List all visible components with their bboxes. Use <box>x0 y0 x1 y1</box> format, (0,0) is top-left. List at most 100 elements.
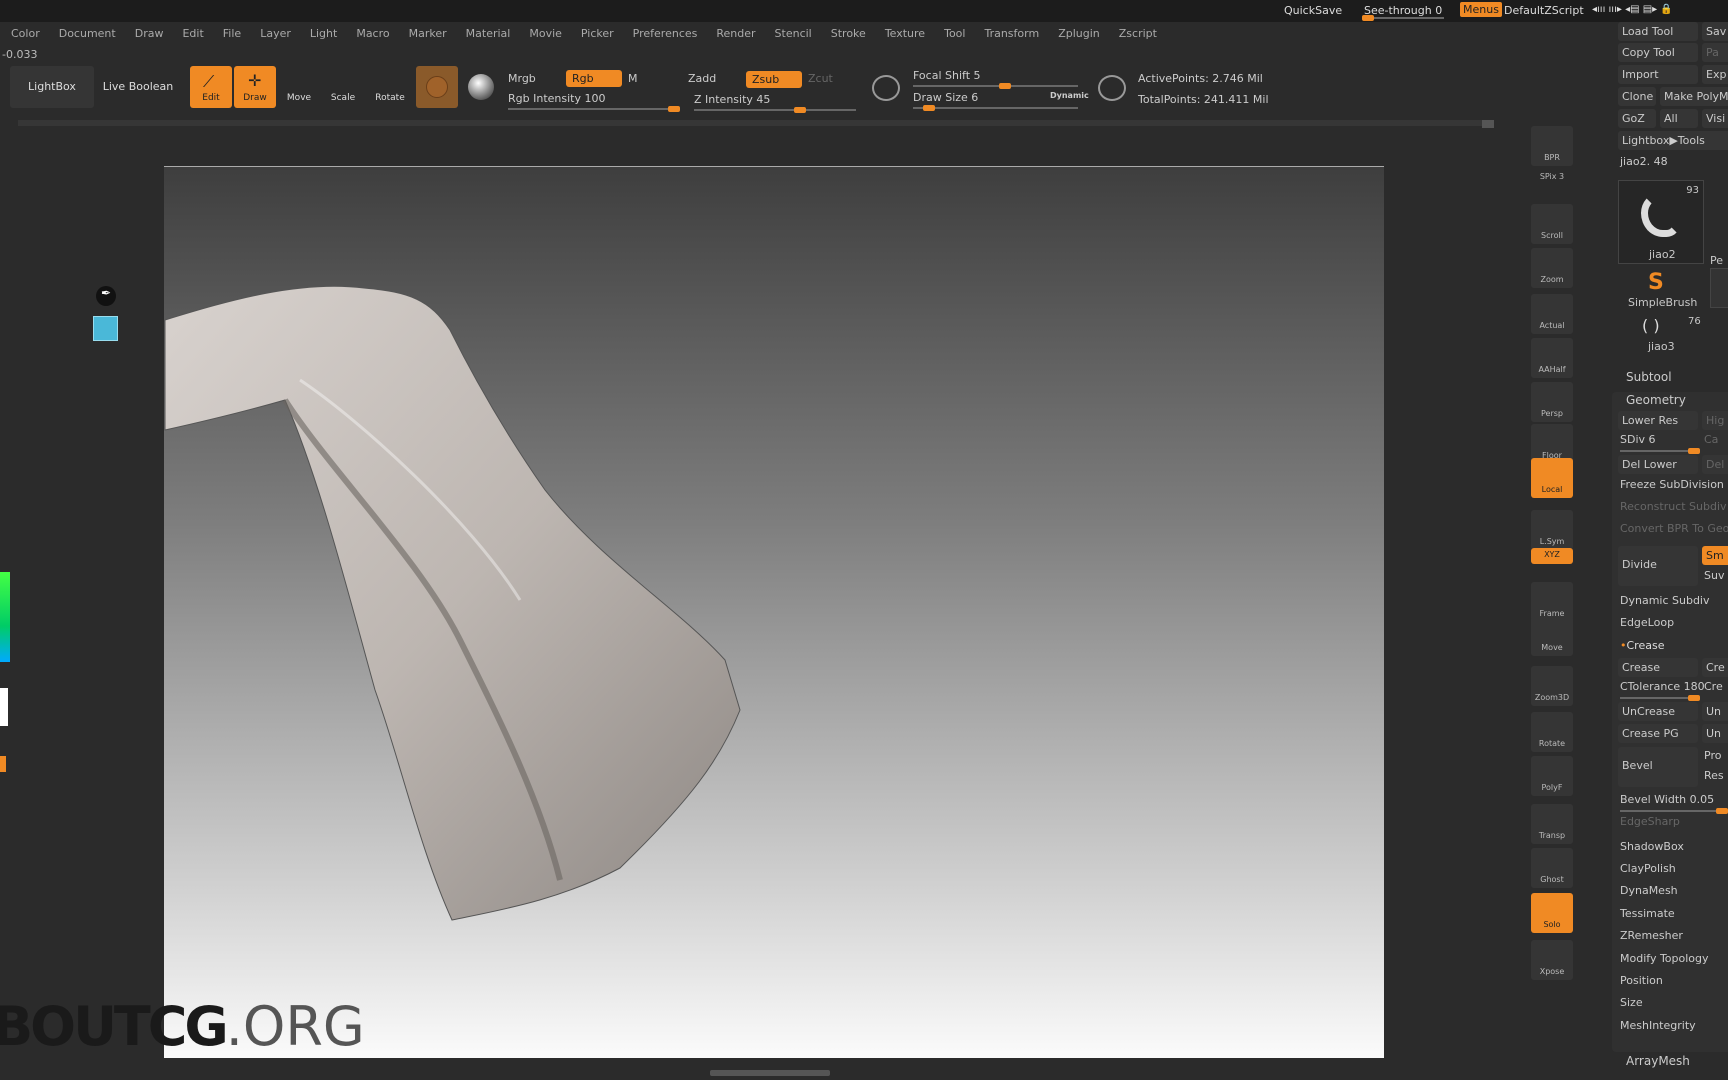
draw-size-icon[interactable] <box>1098 75 1126 101</box>
shelf-zoom[interactable]: Zoom <box>1531 248 1573 288</box>
menu-edit[interactable]: Edit <box>171 24 211 40</box>
del-lower-button[interactable]: Del Lower <box>1618 455 1698 474</box>
lightbox-tools-button[interactable]: Lightbox▶Tools <box>1618 131 1728 150</box>
shadowbox-section[interactable]: ShadowBox <box>1620 840 1684 853</box>
rgb-intensity-slider[interactable] <box>508 106 680 112</box>
geometry-header[interactable]: Geometry <box>1626 393 1686 407</box>
color-picker[interactable] <box>0 572 10 662</box>
bevel-width-slider[interactable]: Bevel Width 0.05 <box>1620 793 1714 806</box>
uncrease-all-button[interactable]: Un <box>1702 702 1728 721</box>
goz-button[interactable]: GoZ <box>1618 109 1656 128</box>
cage-button[interactable]: Ca <box>1704 433 1718 446</box>
modify-topology-section[interactable]: Modify Topology <box>1620 952 1709 965</box>
draw-button[interactable]: ✛ Draw <box>234 66 276 108</box>
save-tool-button[interactable]: Sav <box>1702 22 1728 41</box>
uncrease-pg-button[interactable]: Un <box>1702 724 1728 743</box>
move-button[interactable]: Move <box>280 66 318 108</box>
see-through-slider[interactable]: See-through 0 <box>1364 4 1442 17</box>
reconstruct-subdiv-button[interactable]: Reconstruct Subdiv <box>1620 500 1727 513</box>
shelf-zoom3d[interactable]: Zoom3D <box>1531 666 1573 706</box>
ctolerance-slider[interactable]: CTolerance 180 <box>1620 680 1705 693</box>
m-toggle[interactable]: M <box>628 72 638 85</box>
menu-tool[interactable]: Tool <box>933 24 973 40</box>
draw-size-slider[interactable] <box>913 105 1078 111</box>
shelf-aahalf[interactable]: AAHalf <box>1531 338 1573 378</box>
menu-render[interactable]: Render <box>705 24 763 40</box>
menu-draw[interactable]: Draw <box>124 24 172 40</box>
menu-stroke[interactable]: Stroke <box>820 24 874 40</box>
load-tool-button[interactable]: Load Tool <box>1618 22 1698 41</box>
menu-document[interactable]: Document <box>48 24 124 40</box>
smt-toggle[interactable]: Sm <box>1702 546 1728 565</box>
convert-bpr-button[interactable]: Convert BPR To Geo <box>1620 522 1728 535</box>
dynamic-subdiv-button[interactable]: Dynamic Subdiv <box>1620 594 1710 607</box>
all-button[interactable]: All <box>1660 109 1698 128</box>
zremesher-section[interactable]: ZRemesher <box>1620 929 1683 942</box>
copy-tool-button[interactable]: Copy Tool <box>1618 43 1698 62</box>
menu-stencil[interactable]: Stencil <box>764 24 820 40</box>
shelf-xpose[interactable]: Xpose <box>1531 940 1573 980</box>
size-section[interactable]: Size <box>1620 996 1643 1009</box>
main-color-swatch[interactable] <box>0 688 8 726</box>
crease-button[interactable]: Crease <box>1618 658 1698 677</box>
focal-shift-icon[interactable] <box>872 75 900 101</box>
clone-button[interactable]: Clone <box>1618 87 1656 106</box>
claypolish-section[interactable]: ClayPolish <box>1620 862 1676 875</box>
quicksave-button[interactable]: QuickSave <box>1284 4 1342 17</box>
zcut-toggle[interactable]: Zcut <box>808 72 833 85</box>
menu-layer[interactable]: Layer <box>249 24 299 40</box>
tool-thumb-jiao2[interactable]: 93 jiao2 <box>1618 180 1704 264</box>
uncrease-button[interactable]: UnCrease <box>1618 702 1698 721</box>
higher-res-button[interactable]: Hig <box>1702 411 1728 430</box>
jiao3-thumbnail-icon[interactable]: ( ) <box>1642 316 1660 335</box>
shelf-actual[interactable]: Actual <box>1531 294 1573 334</box>
subtool-section[interactable]: Subtool <box>1626 370 1672 384</box>
edit-button[interactable]: ⟋ Edit <box>190 66 232 108</box>
menu-movie[interactable]: Movie <box>518 24 570 40</box>
shelf-xyz[interactable]: XYZ <box>1531 548 1573 564</box>
live-boolean-button[interactable]: Live Boolean <box>100 66 176 108</box>
menu-transform[interactable]: Transform <box>973 24 1047 40</box>
mrgb-toggle[interactable]: Mrgb <box>508 72 536 85</box>
shelf-bpr[interactable]: BPR <box>1531 126 1573 166</box>
menu-marker[interactable]: Marker <box>398 24 455 40</box>
menu-light[interactable]: Light <box>299 24 345 40</box>
scroll-corner[interactable] <box>1482 120 1494 128</box>
zadd-toggle[interactable]: Zadd <box>688 72 716 85</box>
menus-toggle[interactable]: Menus <box>1460 2 1502 17</box>
simplebrush-icon[interactable]: S <box>1648 270 1664 295</box>
current-tool-slider[interactable]: jiao2. 48 <box>1620 155 1668 168</box>
shelf-solo[interactable]: Solo <box>1531 893 1573 933</box>
menu-color[interactable]: Color <box>0 24 48 40</box>
brush-preview-icon[interactable] <box>93 316 118 341</box>
arraymesh-section[interactable]: ArrayMesh <box>1626 1054 1690 1068</box>
shelf-scroll[interactable]: Scroll <box>1531 204 1573 244</box>
zsub-toggle[interactable]: Zsub <box>746 71 802 88</box>
rotate-button[interactable]: Rotate <box>370 66 410 108</box>
shelf-l-sym[interactable]: L.Sym <box>1531 510 1573 550</box>
lightbox-button[interactable]: LightBox <box>10 66 94 108</box>
crease-all-button[interactable]: Cre <box>1702 658 1728 677</box>
focal-shift-slider[interactable] <box>913 83 1078 89</box>
shelf-transp[interactable]: Transp <box>1531 804 1573 844</box>
edgesharp-button[interactable]: EdgeSharp <box>1620 815 1680 828</box>
crease-pg-button[interactable]: Crease PG <box>1618 724 1698 743</box>
menu-file[interactable]: File <box>212 24 249 40</box>
menu-preferences[interactable]: Preferences <box>622 24 706 40</box>
bevel-pro-toggle[interactable]: Pro <box>1704 749 1721 762</box>
rgb-toggle[interactable]: Rgb <box>566 70 622 87</box>
scale-button[interactable]: Scale <box>324 66 362 108</box>
shelf-rotate[interactable]: Rotate <box>1531 712 1573 752</box>
visible-button[interactable]: Visi <box>1702 109 1728 128</box>
menu-macro[interactable]: Macro <box>345 24 397 40</box>
dynamesh-section[interactable]: DynaMesh <box>1620 884 1678 897</box>
lower-res-button[interactable]: Lower Res <box>1618 411 1698 430</box>
menu-zplugin[interactable]: Zplugin <box>1047 24 1108 40</box>
paste-tool-button[interactable]: Pa <box>1702 43 1728 62</box>
secondary-color-swatch[interactable] <box>0 756 6 772</box>
shelf-local[interactable]: Local <box>1531 458 1573 498</box>
freeze-subdivision-button[interactable]: Freeze SubDivision L <box>1620 478 1728 491</box>
menu-material[interactable]: Material <box>455 24 519 40</box>
export-button[interactable]: Exp <box>1702 65 1728 84</box>
viewport-canvas[interactable] <box>164 166 1384 1058</box>
